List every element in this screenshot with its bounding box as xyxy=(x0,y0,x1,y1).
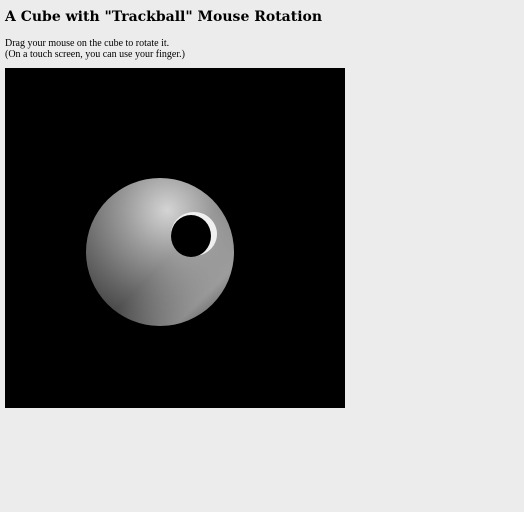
instruction-line-1: Drag your mouse on the cube to rotate it… xyxy=(5,38,170,49)
page-title: A Cube with "Trackball" Mouse Rotation xyxy=(5,9,323,25)
instructions: Drag your mouse on the cube to rotate it… xyxy=(5,38,185,60)
rendered-scene xyxy=(5,68,345,408)
object-rim-light xyxy=(86,178,234,326)
object-hole xyxy=(171,215,211,257)
instruction-line-2: (On a touch screen, you can use your fin… xyxy=(5,49,185,60)
webgl-canvas[interactable] xyxy=(5,68,345,408)
shaded-object xyxy=(86,178,234,326)
